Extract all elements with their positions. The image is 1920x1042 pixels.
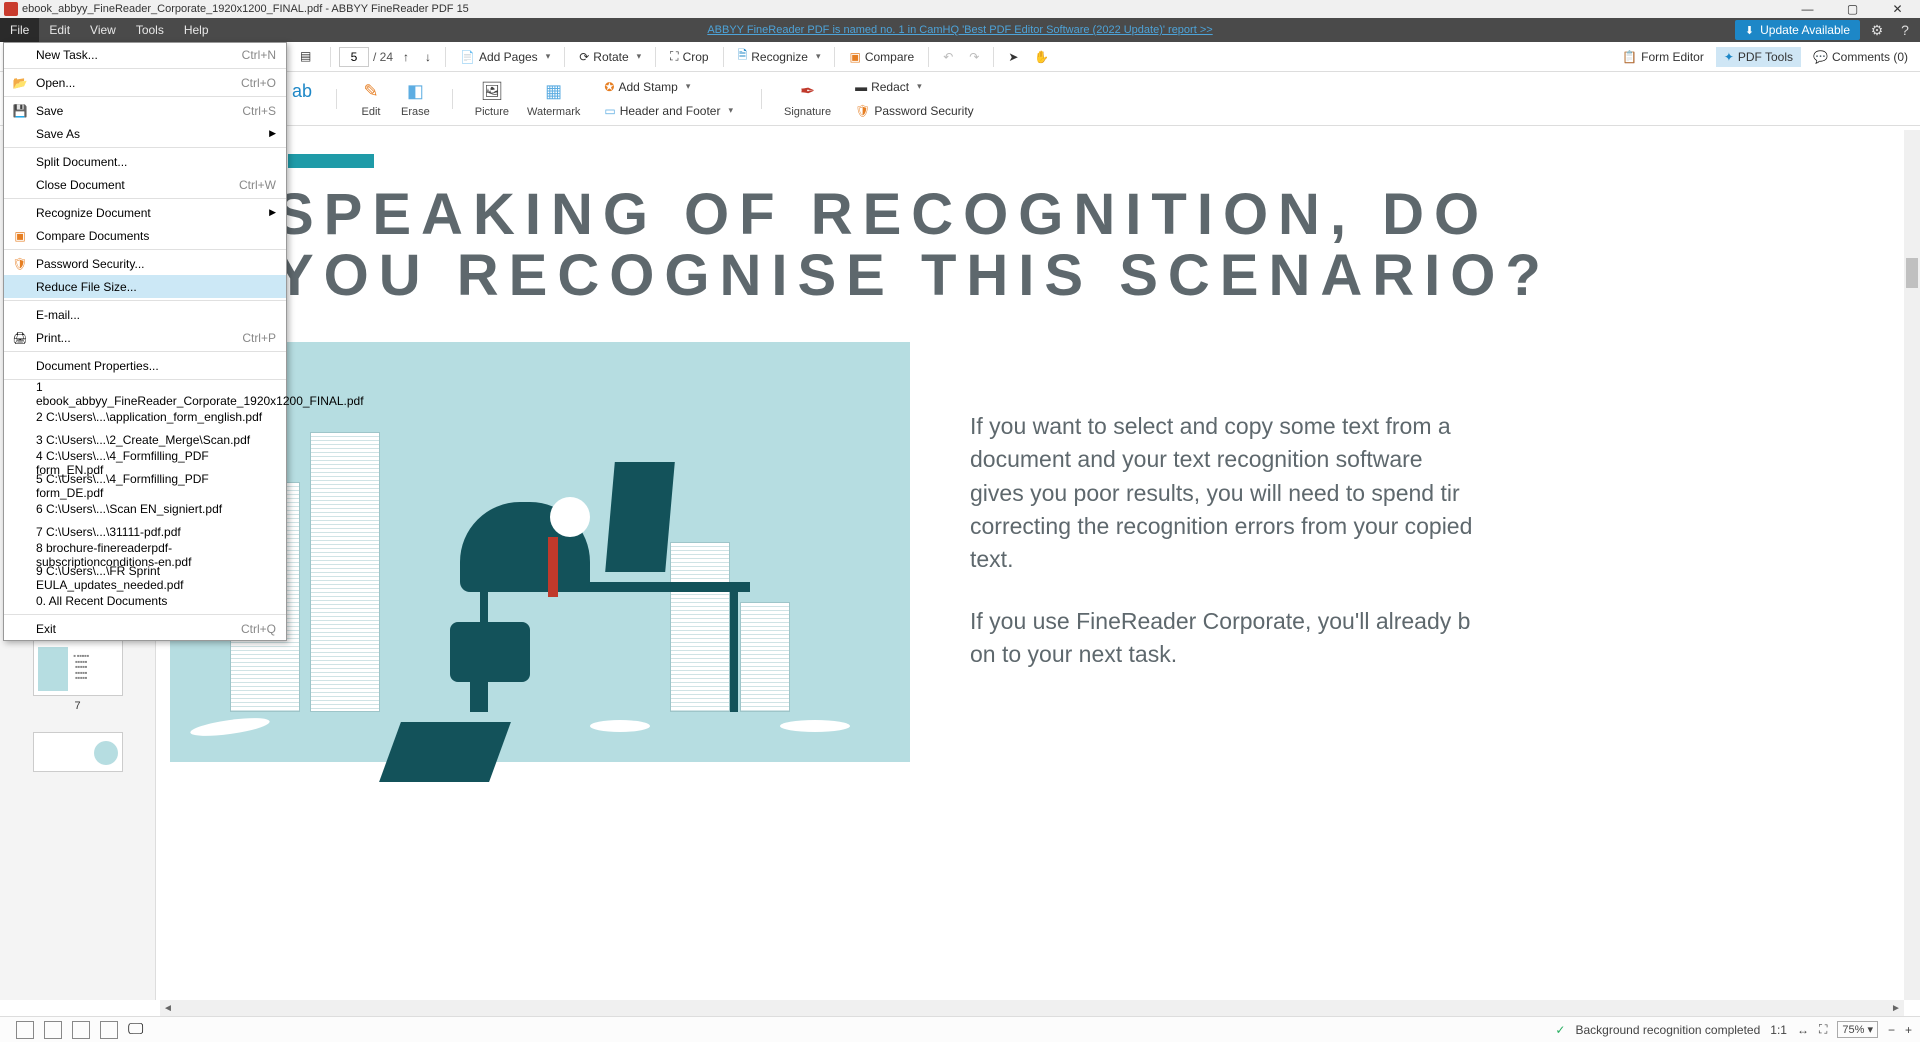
menu-email[interactable]: E-mail... xyxy=(4,303,286,326)
file-menu-dropdown: New Task...Ctrl+N 📂Open...Ctrl+O 💾SaveCt… xyxy=(3,42,287,641)
undo-button[interactable]: ↶ xyxy=(937,47,959,67)
print-icon: 🖨 xyxy=(12,330,28,346)
password-security-button[interactable]: 🛡Password Security xyxy=(849,101,980,121)
pointer-tool[interactable]: ➤ xyxy=(1002,47,1024,67)
menubar: File Edit View Tools Help ABBYY FineRead… xyxy=(0,18,1920,42)
redo-button[interactable]: ↷ xyxy=(963,47,985,67)
minimize-button[interactable]: — xyxy=(1785,0,1830,18)
horizontal-scrollbar[interactable]: ◄► xyxy=(160,1000,1904,1016)
edit-tool[interactable]: ✎Edit xyxy=(359,80,383,118)
document-viewport[interactable]: SPEAKING OF RECOGNITION, DO YOU RECOGNIS… xyxy=(160,130,1904,1000)
menu-tools[interactable]: Tools xyxy=(126,18,174,42)
menu-edit[interactable]: Edit xyxy=(39,18,80,42)
edit-toolbar: ab ✎Edit ◧Erase 🖼Picture ▦Watermark ✪Add… xyxy=(0,72,1920,126)
menu-recent-4[interactable]: 5 C:\Users\...\4_Formfilling_PDF form_DE… xyxy=(4,474,286,497)
redact-button[interactable]: ▬Redact xyxy=(849,77,980,97)
menu-all-recent[interactable]: 0. All Recent Documents xyxy=(4,589,286,612)
page-thumbnail-7[interactable]: ■ ■■■■■■■■■■■■■■■■■■■■■■■■■ xyxy=(33,640,123,696)
pdf-tools-button[interactable]: ✦PDF Tools xyxy=(1716,47,1801,67)
menu-compare-documents[interactable]: ▣Compare Documents xyxy=(4,224,286,247)
body-text: If you want to select and copy some text… xyxy=(970,410,1480,699)
fit-page-icon[interactable]: ⛶ xyxy=(1819,1022,1827,1037)
menu-view[interactable]: View xyxy=(80,18,126,42)
maximize-button[interactable]: ▢ xyxy=(1830,0,1875,18)
shield-icon: 🛡 xyxy=(12,256,28,272)
menu-file[interactable]: File xyxy=(0,18,39,42)
header-footer-button[interactable]: ▭Header and Footer xyxy=(598,101,739,121)
comments-button[interactable]: 💬Comments (0) xyxy=(1807,47,1914,67)
folder-icon: 📂 xyxy=(12,75,28,91)
thumbnail-label: 7 xyxy=(0,700,155,712)
add-pages-button[interactable]: 📄Add Pages xyxy=(454,47,556,67)
titlebar: ebook_abbyy_FineReader_Corporate_1920x12… xyxy=(0,0,1920,18)
view-two-page[interactable] xyxy=(72,1021,90,1039)
crop-button[interactable]: ⛶Crop xyxy=(664,46,714,67)
menu-print[interactable]: 🖨Print...Ctrl+P xyxy=(4,326,286,349)
menu-save[interactable]: 💾SaveCtrl+S xyxy=(4,99,286,122)
thumbnails-toggle[interactable]: ▤ xyxy=(294,46,322,68)
view-single-page[interactable] xyxy=(16,1021,34,1039)
menu-recent-0[interactable]: 1 ebook_abbyy_FineReader_Corporate_1920x… xyxy=(4,382,286,405)
zoom-select[interactable]: 75% ▾ xyxy=(1837,1021,1878,1038)
compare-icon: ▣ xyxy=(12,228,28,244)
signature-tool[interactable]: ✒Signature xyxy=(784,80,831,118)
status-check-icon: ✓ xyxy=(1555,1023,1565,1037)
scale-label[interactable]: 1:1 xyxy=(1770,1023,1787,1037)
view-two-continuous[interactable] xyxy=(100,1021,118,1039)
window-title: ebook_abbyy_FineReader_Corporate_1920x12… xyxy=(22,3,469,15)
add-stamp-button[interactable]: ✪Add Stamp xyxy=(598,77,739,97)
zoom-out-button[interactable]: − xyxy=(1888,1023,1895,1037)
prev-page-button[interactable]: ↑ xyxy=(397,47,415,67)
menu-password-security[interactable]: 🛡Password Security... xyxy=(4,252,286,275)
menu-document-properties[interactable]: Document Properties... xyxy=(4,354,286,377)
menu-help[interactable]: Help xyxy=(174,18,219,42)
menu-split-document[interactable]: Split Document... xyxy=(4,150,286,173)
page-heading: SPEAKING OF RECOGNITION, DO YOU RECOGNIS… xyxy=(275,185,1605,307)
update-available-button[interactable]: Update Available xyxy=(1735,20,1860,40)
save-icon: 💾 xyxy=(12,103,28,119)
menu-close-document[interactable]: Close DocumentCtrl+W xyxy=(4,173,286,196)
recognize-button[interactable]: 🗎Recognize xyxy=(732,43,827,70)
vertical-scrollbar[interactable] xyxy=(1904,130,1920,1000)
watermark-tool[interactable]: ▦Watermark xyxy=(527,80,580,118)
help-icon[interactable]: ? xyxy=(1894,19,1916,41)
form-editor-button[interactable]: 📋Form Editor xyxy=(1616,47,1710,67)
recognition-status: Background recognition completed xyxy=(1575,1023,1760,1037)
menu-recent-8[interactable]: 9 C:\Users\...\FR Sprint EULA_updates_ne… xyxy=(4,566,286,589)
menu-recent-1[interactable]: 2 C:\Users\...\application_form_english.… xyxy=(4,405,286,428)
menu-recognize-document[interactable]: Recognize Document▶ xyxy=(4,201,286,224)
menu-exit[interactable]: ExitCtrl+Q xyxy=(4,617,286,640)
settings-icon[interactable]: ⚙ xyxy=(1866,19,1888,41)
hand-tool[interactable]: ✋ xyxy=(1028,47,1055,67)
next-page-button[interactable]: ↓ xyxy=(419,47,437,67)
document-page: SPEAKING OF RECOGNITION, DO YOU RECOGNIS… xyxy=(160,130,1904,770)
page-total: / 24 xyxy=(373,50,393,64)
menu-save-as[interactable]: Save As▶ xyxy=(4,122,286,145)
page-number-input[interactable] xyxy=(339,47,369,67)
main-toolbar: ▤ / 24 ↑ ↓ 📄Add Pages ⟳Rotate ⛶Crop 🗎Rec… xyxy=(0,42,1920,72)
fit-width-icon[interactable]: ↔ xyxy=(1797,1023,1809,1037)
view-presentation[interactable]: 🖵 xyxy=(128,1021,146,1039)
app-icon xyxy=(4,2,18,16)
rotate-button[interactable]: ⟳Rotate xyxy=(573,47,647,67)
zoom-in-button[interactable]: + xyxy=(1905,1023,1912,1037)
page-thumbnail-8[interactable] xyxy=(33,732,123,772)
compare-button[interactable]: ▣Compare xyxy=(843,47,920,67)
picture-tool[interactable]: 🖼Picture xyxy=(475,80,509,118)
text-tool-ab[interactable]: ab xyxy=(290,80,314,118)
menu-recent-5[interactable]: 6 C:\Users\...\Scan EN_signiert.pdf xyxy=(4,497,286,520)
menu-reduce-file-size[interactable]: Reduce File Size... xyxy=(4,275,286,298)
menu-new-task[interactable]: New Task...Ctrl+N xyxy=(4,43,286,66)
promo-link[interactable]: ABBYY FineReader PDF is named no. 1 in C… xyxy=(707,24,1212,36)
view-continuous[interactable] xyxy=(44,1021,62,1039)
menu-open[interactable]: 📂Open...Ctrl+O xyxy=(4,71,286,94)
erase-tool[interactable]: ◧Erase xyxy=(401,80,430,118)
accent-bar xyxy=(288,154,374,168)
status-bar: 🖵 ✓ Background recognition completed 1:1… xyxy=(0,1016,1920,1042)
close-button[interactable]: ✕ xyxy=(1875,0,1920,18)
